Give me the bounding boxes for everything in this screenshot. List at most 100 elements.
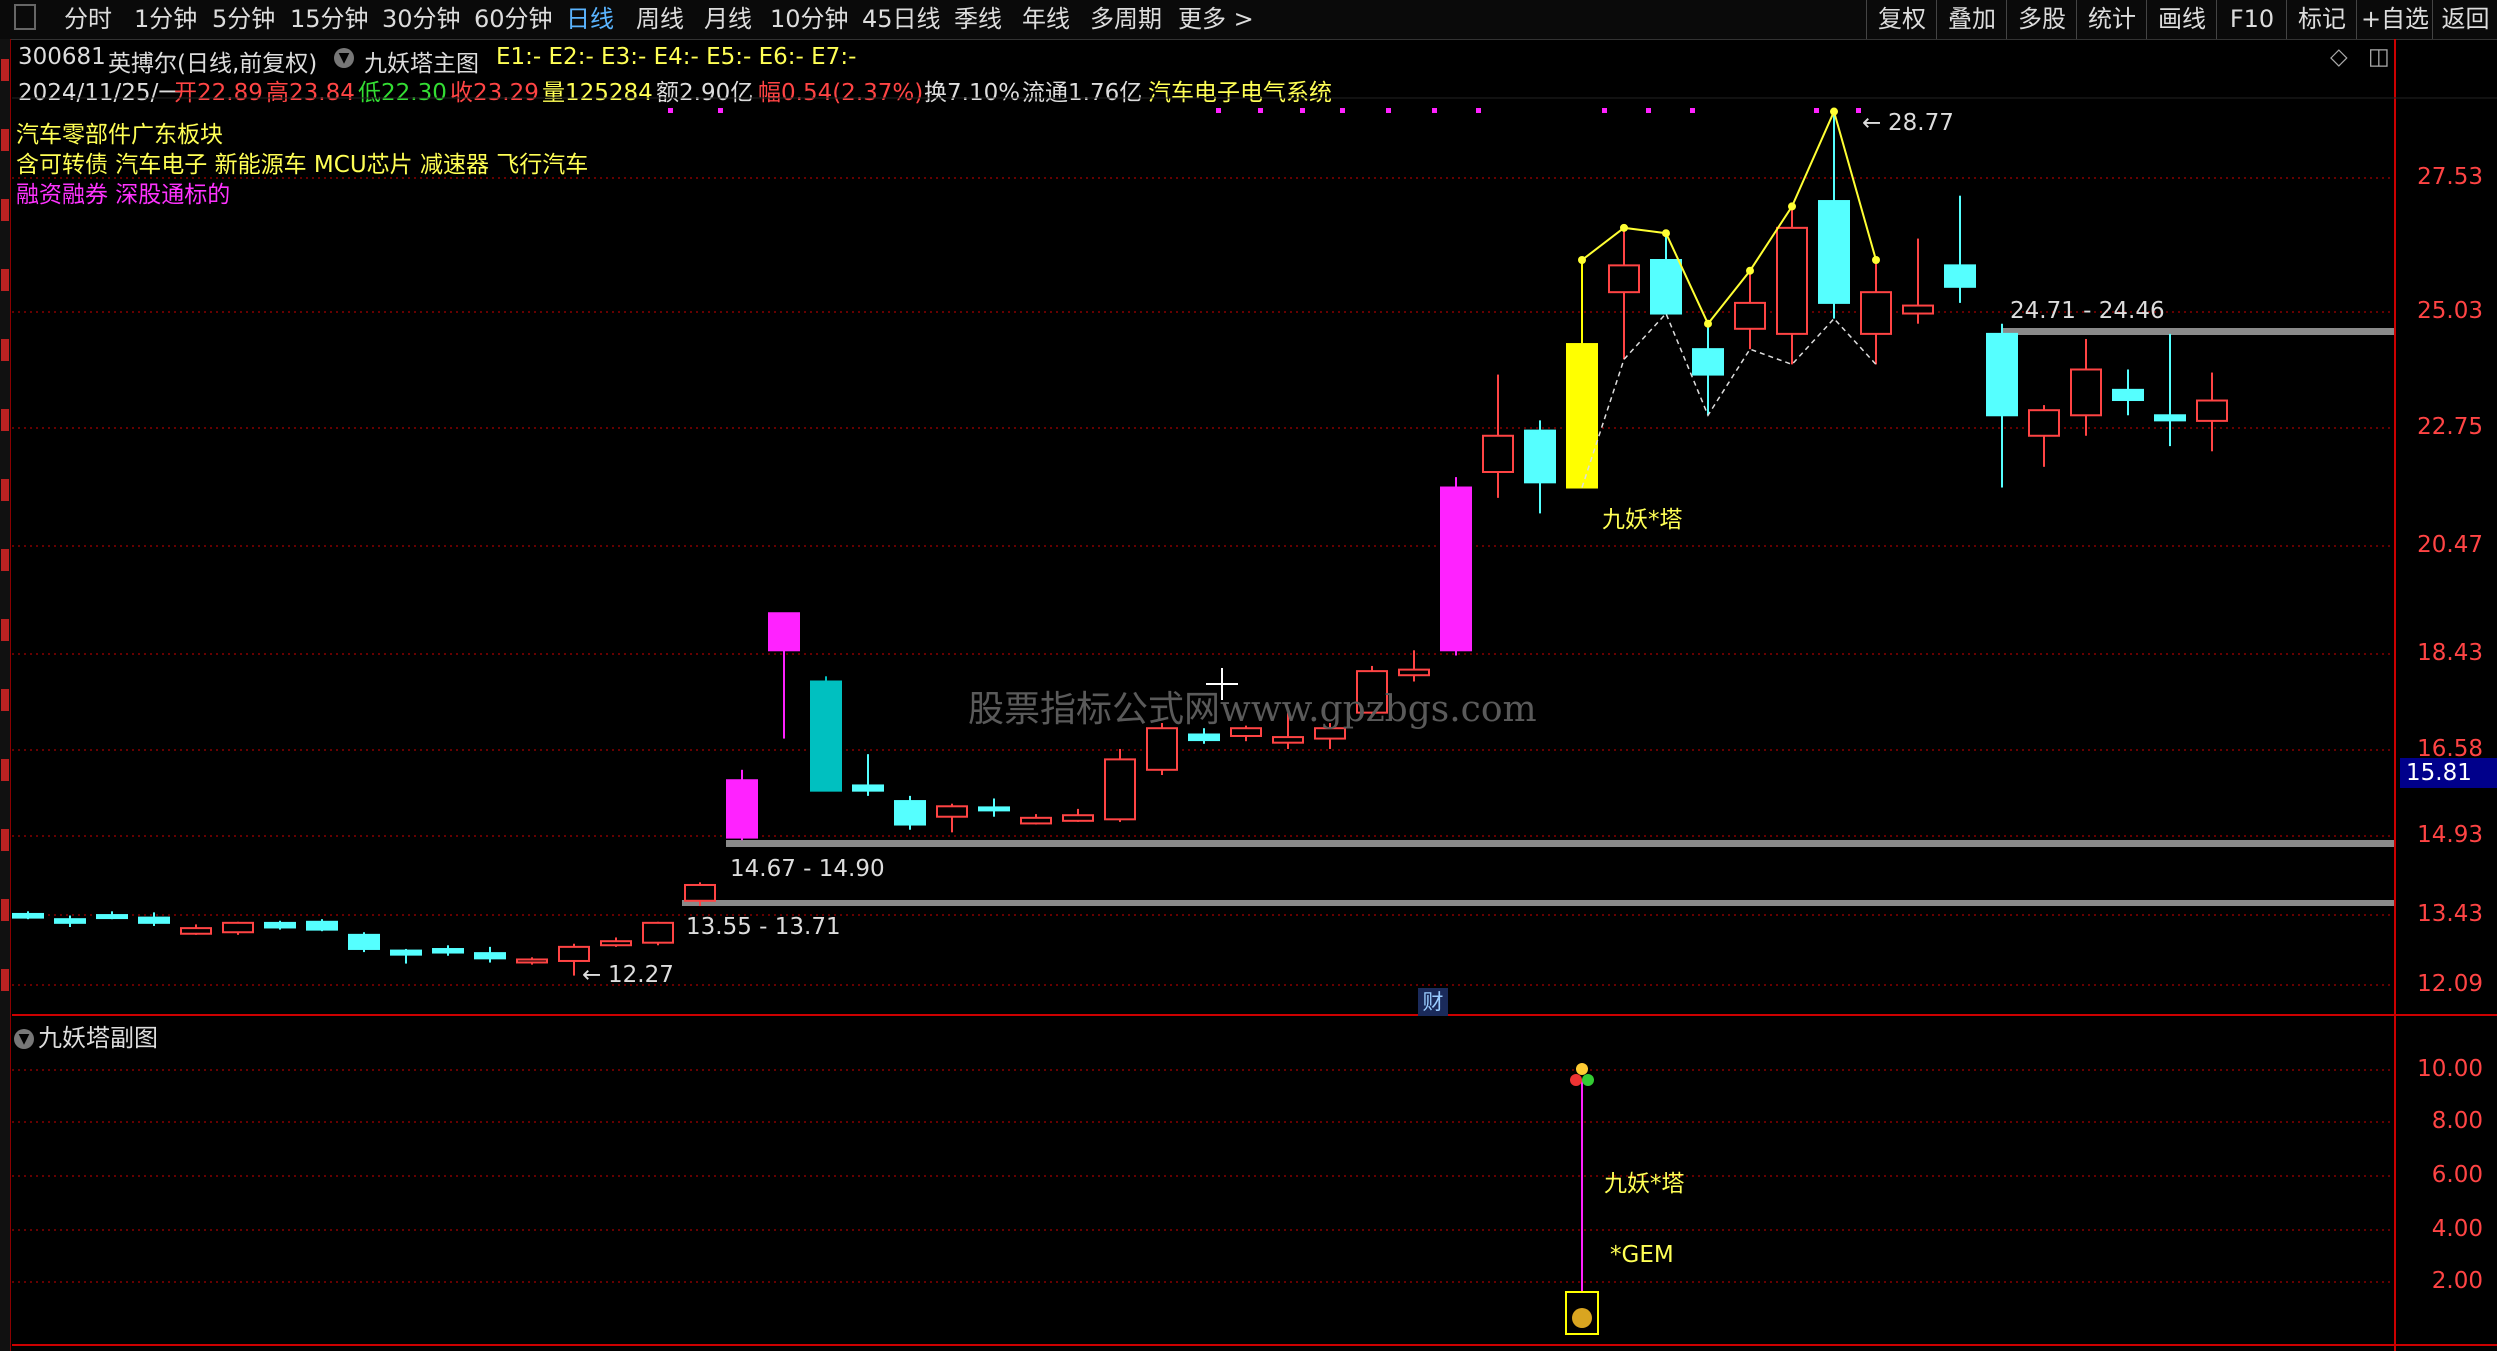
peak-dot: [1662, 229, 1670, 238]
candle-body: [1776, 226, 1808, 335]
candle-body: [2028, 409, 2060, 437]
signal-dot: [1258, 108, 1263, 113]
candle-body: [1440, 486, 1472, 652]
ball-green-icon: [1582, 1074, 1594, 1086]
candle-body: [432, 948, 464, 954]
candle-body: [474, 952, 506, 960]
axis-tick-label: 12.09: [2417, 971, 2483, 997]
signal-dot: [1646, 108, 1651, 113]
candle-body: [1104, 758, 1136, 821]
sub-axis-tick-label: 10.00: [2417, 1056, 2483, 1082]
candle-body: [642, 921, 674, 944]
signal-dot: [718, 108, 723, 113]
candle-body: [138, 916, 170, 924]
money-bag-fill: [1572, 1308, 1592, 1328]
candle-body: [1986, 332, 2018, 417]
signal-dot: [1340, 108, 1345, 113]
candle-body: [936, 805, 968, 818]
candle-body: [2154, 414, 2186, 422]
signal-dot: [1216, 108, 1221, 113]
candle-body: [390, 949, 422, 956]
watermark: 股票指标公式网www.gpzbgs.com: [968, 689, 1537, 730]
axis-tick-label: 13.43: [2417, 901, 2483, 927]
axis-tick-label: 14.93: [2417, 822, 2483, 848]
support-zones: [682, 328, 2395, 906]
axis-tick-label: 27.53: [2417, 164, 2483, 190]
current-price-tag: 15.81: [2400, 758, 2497, 788]
candle-body: [1734, 301, 1766, 330]
candle-body: [1566, 343, 1598, 489]
candle-body: [2196, 399, 2228, 422]
candlestick-chart[interactable]: [0, 0, 2497, 1351]
candle-body: [1944, 264, 1976, 288]
peak-dot: [1788, 202, 1796, 211]
candle-body: [516, 958, 548, 964]
sub-axis-tick-label: 4.00: [2431, 1216, 2483, 1242]
peak-dot: [1872, 256, 1880, 265]
candle-body: [1146, 727, 1178, 771]
signal-dot: [1300, 108, 1305, 113]
sub-gem-label: *GEM: [1610, 1242, 1674, 1268]
signal-dots: [668, 108, 1861, 113]
candle-body: [600, 940, 632, 947]
high-price-annotation: 28.77: [1888, 110, 1954, 136]
sub-chart-dropdown-icon[interactable]: ▼: [14, 1029, 34, 1049]
candle-body: [54, 918, 86, 924]
peak-dot: [1704, 319, 1712, 328]
finance-badge[interactable]: 财: [1418, 988, 1448, 1016]
dashed-trough-line: [1581, 312, 1877, 488]
candle-body: [2070, 368, 2102, 417]
candle-body: [1524, 429, 1556, 484]
sub-chart-header[interactable]: ▼ 九妖塔副图: [14, 1018, 158, 1053]
candle-body: [1650, 259, 1682, 315]
signal-dot: [1602, 108, 1607, 113]
candle-body: [348, 933, 380, 950]
candle-body: [1062, 814, 1094, 822]
signal-label-main: 九妖*塔: [1602, 507, 1683, 533]
signal-dot: [1814, 108, 1819, 113]
zone-low-bar: [682, 900, 2395, 906]
overlay-lines: [1206, 107, 1880, 700]
zone-upper-label: 24.71 - 24.46: [2010, 298, 2165, 324]
low-price-annotation: 12.27: [608, 962, 674, 988]
signal-dot: [1856, 108, 1861, 113]
signal-dot: [1432, 108, 1437, 113]
candle-body: [1188, 733, 1220, 742]
axis-tick-label: 18.43: [2417, 640, 2483, 666]
candle-body: [222, 921, 254, 934]
candle-body: [1818, 200, 1850, 304]
peak-dot: [1830, 107, 1838, 116]
candle-body: [852, 784, 884, 792]
axis-tick-label: 20.47: [2417, 532, 2483, 558]
candle-body: [96, 914, 128, 920]
sub-axis-tick-label: 8.00: [2431, 1108, 2483, 1134]
sub-axis-tick-label: 2.00: [2431, 1268, 2483, 1294]
peak-dot: [1578, 256, 1586, 265]
low-arrow-icon: ←: [582, 962, 602, 988]
candle-body: [558, 945, 590, 962]
signal-dot: [668, 108, 673, 113]
candle-body: [1692, 348, 1724, 376]
candle-body: [1482, 434, 1514, 473]
high-arrow-icon: ←: [1862, 110, 1882, 136]
candle-body: [1398, 668, 1430, 677]
axis-tick-label: 25.03: [2417, 298, 2483, 324]
signal-dot: [1690, 108, 1695, 113]
sub-chart-title: 九妖塔副图: [38, 1024, 158, 1052]
candle-body: [306, 920, 338, 931]
candle-body: [2112, 388, 2144, 402]
candle-body: [1020, 816, 1052, 825]
peak-dot: [1746, 266, 1754, 275]
candle-body: [1608, 264, 1640, 294]
peak-dot: [1620, 223, 1628, 232]
candle-body: [810, 680, 842, 792]
candle-body: [726, 779, 758, 839]
zone-mid-label: 14.67 - 14.90: [730, 856, 885, 882]
zone-low-label: 13.55 - 13.71: [686, 914, 841, 940]
signal-dot: [1476, 108, 1481, 113]
zone-mid-bar: [726, 840, 2395, 847]
ball-red-icon: [1570, 1074, 1582, 1086]
candle-body: [1902, 304, 1934, 315]
ball-yellow-icon: [1576, 1063, 1588, 1075]
candle-body: [180, 927, 212, 935]
